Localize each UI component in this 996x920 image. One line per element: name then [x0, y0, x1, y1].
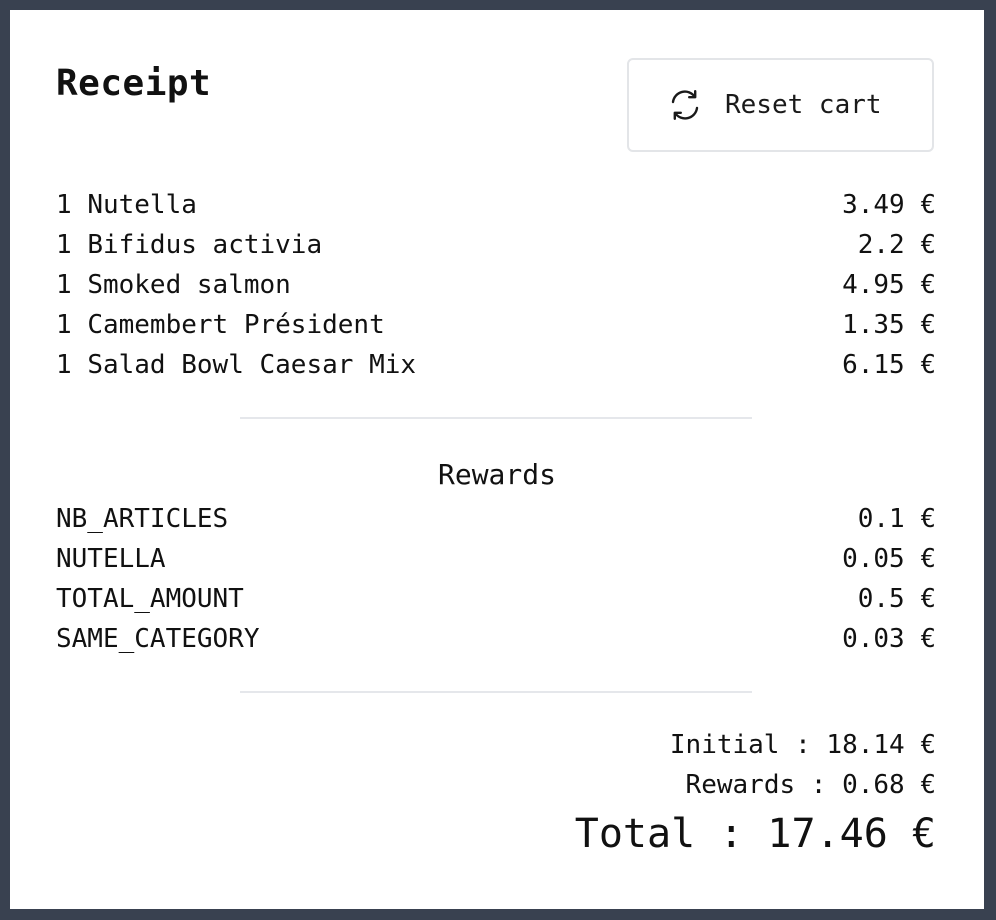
item-price: 1.35 €: [842, 310, 936, 340]
item-quantity: 1: [56, 350, 72, 380]
reward-row: NB_ARTICLES 0.1 €: [56, 499, 936, 539]
reward-row: SAME_CATEGORY 0.03 €: [56, 619, 936, 659]
rewards-list: NB_ARTICLES 0.1 € NUTELLA 0.05 € TOTAL_A…: [56, 499, 936, 659]
initial-amount: Initial : 18.14 €: [669, 730, 936, 760]
item-name: Smoked salmon: [87, 270, 291, 300]
reward-row: NUTELLA 0.05 €: [56, 539, 936, 579]
reset-cart-button[interactable]: Reset cart: [627, 58, 934, 152]
reward-name: SAME_CATEGORY: [56, 624, 260, 654]
receipt-panel: Receipt Reset cart 1 Nutella 3.49 € 1 Bi…: [10, 10, 984, 909]
item-name: Camembert Président: [87, 310, 385, 340]
item-quantity: 1: [56, 190, 72, 220]
item-price: 2.2 €: [857, 230, 936, 260]
reward-name: NUTELLA: [56, 544, 166, 574]
reward-amount: 0.05 €: [842, 544, 936, 574]
grand-total: Total : 17.46 €: [574, 811, 936, 857]
list-item: 1 Camembert Président 1.35 €: [56, 305, 936, 345]
reward-row: TOTAL_AMOUNT 0.5 €: [56, 579, 936, 619]
rewards-heading: Rewards: [437, 458, 556, 491]
rewards-total: Rewards : 0.68 €: [685, 770, 936, 800]
cart-items-list: 1 Nutella 3.49 € 1 Bifidus activia 2.2 €…: [56, 185, 936, 385]
item-quantity: 1: [56, 230, 72, 260]
reset-cart-label: Reset cart: [725, 90, 882, 120]
item-name: Nutella: [87, 190, 197, 220]
item-quantity: 1: [56, 270, 72, 300]
reward-amount: 0.1 €: [857, 504, 936, 534]
reward-name: TOTAL_AMOUNT: [56, 584, 244, 614]
list-item: 1 Salad Bowl Caesar Mix 6.15 €: [56, 345, 936, 385]
item-price: 6.15 €: [842, 350, 936, 380]
receipt-title: Receipt: [56, 63, 212, 104]
item-price: 3.49 €: [842, 190, 936, 220]
items-divider: [240, 417, 752, 419]
reward-amount: 0.5 €: [857, 584, 936, 614]
reward-amount: 0.03 €: [842, 624, 936, 654]
list-item: 1 Nutella 3.49 €: [56, 185, 936, 225]
reward-name: NB_ARTICLES: [56, 504, 229, 534]
item-name: Salad Bowl Caesar Mix: [87, 350, 417, 380]
item-name: Bifidus activia: [87, 230, 323, 260]
list-item: 1 Bifidus activia 2.2 €: [56, 225, 936, 265]
item-price: 4.95 €: [842, 270, 936, 300]
rewards-divider: [240, 691, 752, 693]
refresh-icon: [667, 87, 703, 123]
list-item: 1 Smoked salmon 4.95 €: [56, 265, 936, 305]
item-quantity: 1: [56, 310, 72, 340]
